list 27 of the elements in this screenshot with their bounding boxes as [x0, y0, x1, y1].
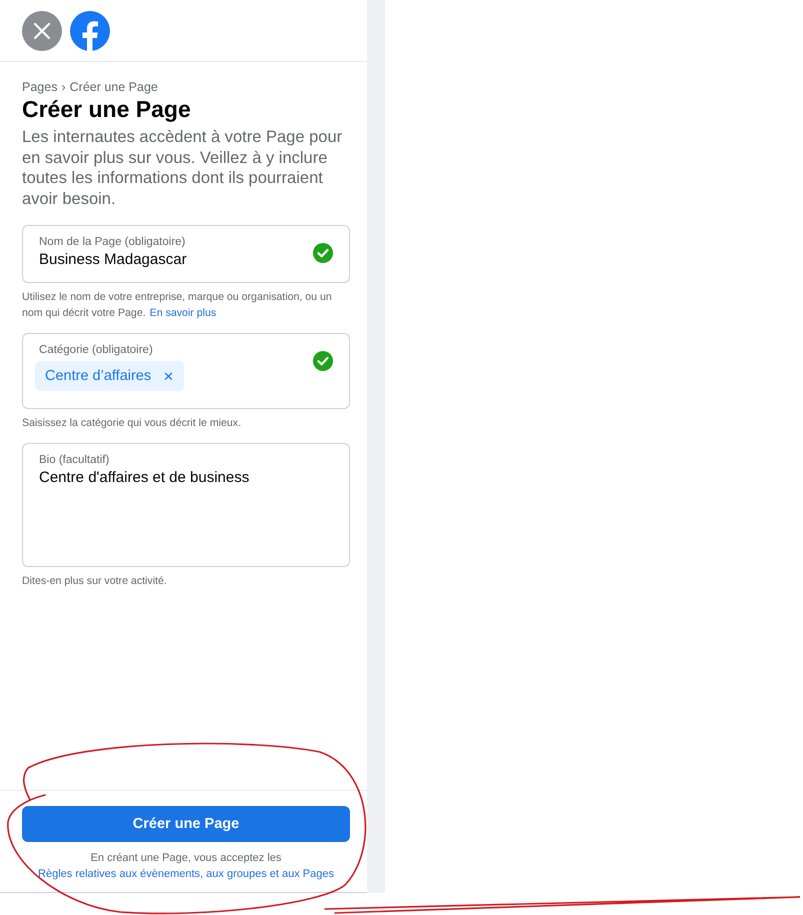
breadcrumb-link[interactable]: Créer une Page	[70, 80, 158, 94]
chip-label: Centre d’affaires	[45, 368, 152, 384]
learn-more-link[interactable]: En savoir plus	[150, 307, 216, 319]
close-icon[interactable]	[22, 10, 62, 50]
terms-link[interactable]: Règles relatives aux évènements, aux groupes et aux Pages	[38, 868, 334, 880]
terms-text: En créant une Page, vous acceptez les Règles relatives aux évènements, aux groupes et aux Pages	[37, 851, 335, 882]
field-value: Centre d'affaires et de business	[39, 469, 250, 486]
field-label: Bio (facultatif)	[39, 454, 110, 466]
page-title: Créer une Page	[22, 96, 192, 123]
help-text: Saisissez la catégorie qui vous décrit le mieux.	[22, 416, 242, 431]
field-label: Catégorie (obligatoire)	[39, 344, 153, 356]
logo-icon[interactable]	[70, 10, 110, 50]
field-value: Business Madagascar	[39, 251, 187, 268]
remove-chip-button[interactable]: ✕	[163, 368, 174, 384]
help-text: Dites-en plus sur votre activité.	[22, 574, 168, 589]
input-field[interactable]: Bio (facultatif) Centre d'affaires et de business	[22, 443, 350, 567]
category-chip[interactable]: Centre d’affaires ✕	[35, 361, 184, 391]
create-page-button[interactable]: Créer une Page	[22, 806, 350, 842]
help-text: Utilisez le nom de votre entreprise, marque ou organisation, ou un nom qui décrit votre Page. En savoir plus	[22, 290, 333, 321]
input-field[interactable]: Catégorie (obligatoire) Centre d’affaires ✕	[22, 333, 350, 409]
breadcrumb-separator: ›	[61, 80, 66, 94]
check-icon	[313, 243, 333, 263]
description-text: Les internautes accèdent à votre Page pour en savoir plus sur vous. Veillez à y inclure toutes les informations dont ils pourraient avoir besoin.	[22, 127, 344, 209]
breadcrumb-link[interactable]: Pages	[22, 80, 58, 94]
input-field[interactable]: Nom de la Page (obligatoire) Business Madagascar	[22, 225, 350, 283]
check-icon	[313, 351, 333, 371]
field-label: Nom de la Page (obligatoire)	[39, 236, 186, 248]
